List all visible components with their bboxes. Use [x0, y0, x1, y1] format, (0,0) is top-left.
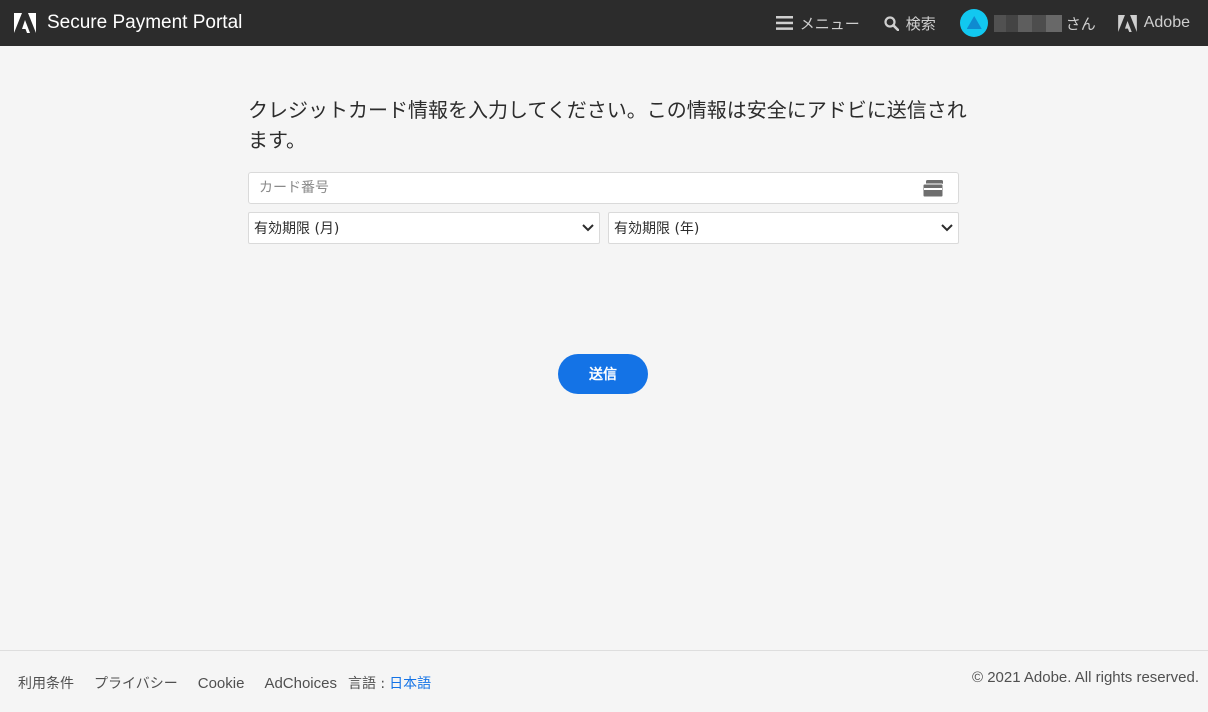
expiry-month-value: 有効期限 (月) — [254, 221, 340, 237]
expiry-row: 有効期限 (月) 有効期限 (年) — [248, 212, 960, 244]
search-icon — [884, 15, 899, 31]
adobe-logo-icon — [1117, 14, 1137, 32]
language-link[interactable]: 日本語 — [389, 673, 431, 693]
chevron-down-icon — [941, 224, 953, 232]
menu-label: メニュー — [799, 14, 860, 33]
adobe-link[interactable]: Adobe — [1117, 14, 1190, 32]
top-navigation-bar: Secure Payment Portal メニュー 検索 さん Adobe — [0, 0, 1208, 46]
adobe-label: Adobe — [1143, 14, 1190, 31]
language-label: 言語 : — [347, 676, 386, 692]
avatar-icon — [959, 9, 988, 37]
copyright: © 2021 Adobe. All rights reserved. — [971, 669, 1199, 686]
app-title: Secure Payment Portal — [47, 12, 243, 33]
user-name-redacted — [993, 14, 1062, 32]
user-honorific: さん — [1065, 14, 1096, 33]
search-label: 検索 — [905, 14, 936, 33]
credit-card-icon — [923, 180, 944, 197]
footer-links: 利用条件 プライバシー Cookie AdChoices 言語 : 日本語 — [18, 673, 431, 693]
menu-button[interactable]: メニュー — [775, 13, 860, 34]
expiry-year-value: 有効期限 (年) — [614, 221, 700, 237]
menu-icon — [775, 16, 793, 30]
header-nav: メニュー 検索 さん Adobe — [775, 0, 1208, 46]
cookie-link[interactable]: Cookie — [198, 675, 245, 692]
footer: 利用条件 プライバシー Cookie AdChoices 言語 : 日本語 © … — [0, 650, 1208, 712]
expiry-year-select[interactable]: 有効期限 (年) — [608, 212, 959, 244]
terms-link[interactable]: 利用条件 — [18, 673, 74, 693]
form-instruction: クレジットカード情報を入力してください。この情報は安全にアドビに送信されます。 — [248, 98, 967, 152]
brand[interactable]: Secure Payment Portal — [14, 12, 242, 34]
adobe-logo-icon — [14, 13, 36, 33]
card-number-input[interactable] — [249, 173, 958, 203]
payment-form: クレジットカード情報を入力してください。この情報は安全にアドビに送信されます。 … — [248, 95, 967, 244]
expiry-month-select[interactable]: 有効期限 (月) — [248, 212, 600, 244]
search-button[interactable]: 検索 — [884, 13, 936, 34]
chevron-down-icon — [582, 224, 594, 232]
submit-button[interactable]: 送信 — [558, 354, 648, 394]
privacy-link[interactable]: プライバシー — [94, 673, 178, 693]
user-profile-button[interactable]: さん — [959, 9, 1096, 37]
card-number-field[interactable] — [248, 172, 959, 204]
adchoices-link[interactable]: AdChoices — [264, 675, 337, 692]
